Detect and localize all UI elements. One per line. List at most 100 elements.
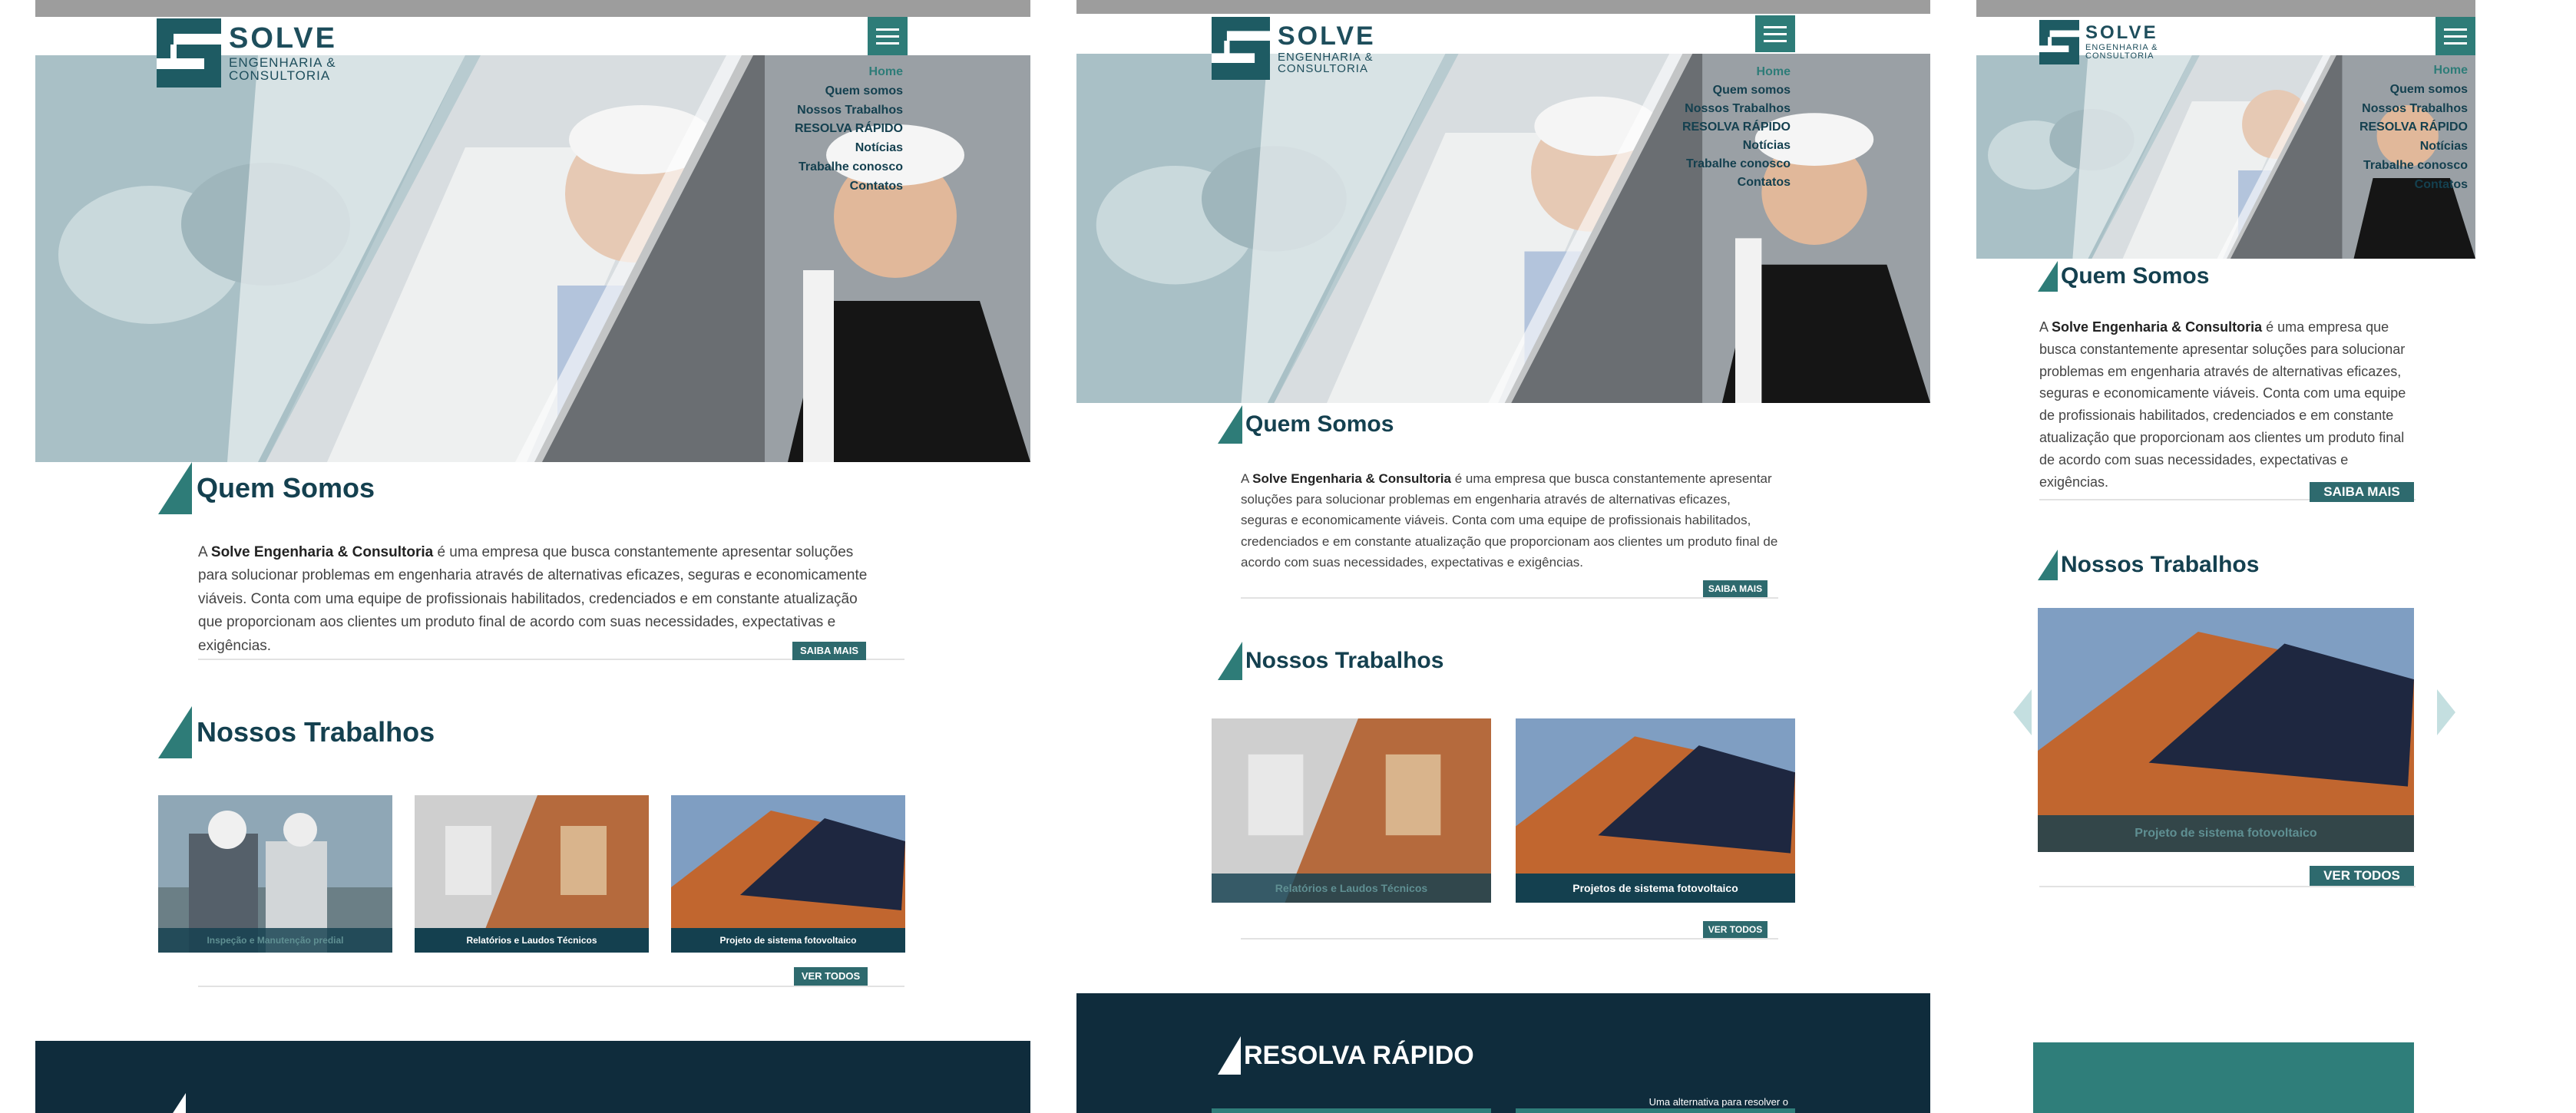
ver-todos-button[interactable]: VER TODOS [2310, 866, 2414, 886]
brand-logo[interactable]: SOLVE ENGENHARIA & CONSULTORIA [157, 18, 337, 88]
about-text: A Solve Engenharia & Consultoria é uma e… [2039, 316, 2412, 493]
brand-name: SOLVE [1278, 21, 1376, 51]
main-nav: Home Quem somos Nossos Trabalhos RESOLVA… [749, 63, 903, 197]
quick-title-text: RESOLVA RÁPIDO [1244, 1040, 1474, 1070]
works-title-text: Nossos Trabalhos [197, 716, 435, 748]
brand-subtitle-1: ENGENHARIA & [1278, 50, 1374, 64]
about-body: é uma empresa que busca constantemente a… [198, 544, 868, 654]
about-company: Solve Engenharia & Consultoria [1252, 471, 1451, 486]
section-triangle-icon [158, 462, 192, 514]
hamburger-menu-button[interactable] [1755, 15, 1795, 52]
work-card-fotovoltaico[interactable]: Projeto de sistema fotovoltaico [2038, 608, 2414, 852]
section-triangle-icon [1218, 405, 1242, 444]
nav-resolva-rapido[interactable]: RESOLVA RÁPIDO [2299, 118, 2468, 137]
work-caption: Relatórios e Laudos Técnicos [415, 928, 649, 953]
brand-name: SOLVE [229, 22, 337, 54]
nav-resolva-rapido[interactable]: RESOLVA RÁPIDO [1629, 118, 1791, 137]
main-nav: Home Quem somos Nossos Trabalhos RESOLVA… [1629, 63, 1791, 192]
about-company: Solve Engenharia & Consultoria [210, 544, 434, 560]
section-triangle-icon [158, 706, 192, 758]
about-title-text: Quem Somos [197, 472, 375, 504]
logo-mark-icon [157, 18, 221, 88]
nav-noticias[interactable]: Notícias [1629, 137, 1791, 155]
about-text: A Solve Engenharia & Consultoria é uma e… [1241, 468, 1778, 573]
about-article: A [2039, 319, 2049, 335]
nav-nossos-trabalhos[interactable]: Nossos Trabalhos [2299, 100, 2468, 119]
ver-todos-button[interactable]: VER TODOS [1703, 921, 1767, 938]
saiba-mais-button[interactable]: SAIBA MAIS [792, 642, 866, 660]
about-divider [1241, 597, 1778, 599]
about-title-text: Quem Somos [2061, 263, 2210, 289]
about-company: Solve Engenharia & Consultoria [2052, 319, 2263, 335]
saiba-mais-button[interactable]: SAIBA MAIS [1703, 580, 1767, 597]
ver-todos-button[interactable]: VER TODOS [794, 967, 868, 986]
quick-title: RESOLVA RÁPIDO [1218, 1036, 1474, 1075]
top-bar [1076, 0, 1930, 14]
work-card-inspecao[interactable]: Inspeção e Manutenção predial [158, 795, 392, 953]
nav-home[interactable]: Home [1629, 63, 1791, 81]
about-body: é uma empresa que busca constantemente a… [2039, 319, 2406, 490]
about-title: Quem Somos [2038, 261, 2209, 292]
nav-nossos-trabalhos[interactable]: Nossos Trabalhos [749, 101, 903, 121]
nav-trabalhe-conosco[interactable]: Trabalhe conosco [2299, 157, 2468, 176]
quick-card-right[interactable] [1516, 1108, 1795, 1113]
tablet-layout-frame: SOLVE ENGENHARIA & CONSULTORIA Home Quem… [1076, 0, 1930, 1113]
nav-quem-somos[interactable]: Quem somos [2299, 81, 2468, 100]
mobile-layout-frame: SOLVE ENGENHARIA & CONSULTORIA Home Quem… [1976, 0, 2475, 1113]
about-text: A Solve Engenharia & Consultoria é uma e… [198, 541, 874, 658]
works-title-text: Nossos Trabalhos [2061, 552, 2260, 577]
work-card-fotovoltaico[interactable]: Projeto de sistema fotovoltaico [671, 795, 905, 953]
works-divider [198, 986, 904, 987]
section-triangle-icon [1218, 1036, 1241, 1075]
logo-mark-icon [2039, 20, 2079, 64]
resolva-rapido-section: RESOLVA RÁPIDO Uma alternativa para reso… [1076, 993, 1930, 1113]
nav-contatos[interactable]: Contatos [2299, 176, 2468, 195]
section-triangle-icon [1218, 642, 1242, 680]
carousel-prev-icon[interactable] [2013, 689, 2032, 735]
saiba-mais-button[interactable]: SAIBA MAIS [2310, 482, 2414, 502]
section-triangle-icon [2038, 261, 2058, 292]
works-title: Nossos Trabalhos [1218, 642, 1443, 680]
section-triangle-icon [2038, 550, 2058, 580]
brand-subtitle-2: CONSULTORIA [2085, 51, 2154, 61]
brand-subtitle-2: CONSULTORIA [1278, 61, 1368, 75]
brand-subtitle-1: ENGENHARIA & [229, 55, 336, 70]
hamburger-menu-button[interactable] [2435, 17, 2475, 55]
work-caption: Inspeção e Manutenção predial [158, 928, 392, 953]
desktop-layout-frame: SOLVE ENGENHARIA & CONSULTORIA Home Quem… [35, 0, 1030, 1113]
about-article: A [198, 544, 207, 560]
nav-trabalhe-conosco[interactable]: Trabalhe conosco [749, 158, 903, 177]
work-card-relatorios[interactable]: Relatórios e Laudos Técnicos [415, 795, 649, 953]
carousel-next-icon[interactable] [2437, 689, 2455, 735]
about-title: Quem Somos [1218, 405, 1394, 444]
work-card-relatorios[interactable]: Relatórios e Laudos Técnicos [1212, 718, 1491, 903]
hamburger-menu-button[interactable] [868, 17, 908, 55]
brand-subtitle-2: CONSULTORIA [229, 68, 331, 83]
works-title: Nossos Trabalhos [158, 706, 435, 758]
nav-trabalhe-conosco[interactable]: Trabalhe conosco [1629, 155, 1791, 173]
nav-nossos-trabalhos[interactable]: Nossos Trabalhos [1629, 100, 1791, 118]
nav-quem-somos[interactable]: Quem somos [1629, 81, 1791, 100]
works-title: Nossos Trabalhos [2038, 550, 2259, 580]
nav-quem-somos[interactable]: Quem somos [749, 82, 903, 101]
work-caption: Projetos de sistema fotovoltaico [1516, 874, 1795, 903]
nav-contatos[interactable]: Contatos [749, 177, 903, 197]
nav-home[interactable]: Home [2299, 61, 2468, 81]
quick-card-left[interactable] [1212, 1108, 1491, 1113]
brand-logo[interactable]: SOLVE ENGENHARIA & CONSULTORIA [2039, 20, 2158, 64]
nav-noticias[interactable]: Notícias [749, 139, 903, 158]
about-article: A [1241, 471, 1249, 486]
about-title-text: Quem Somos [1245, 411, 1394, 437]
work-card-fotovoltaico[interactable]: Projetos de sistema fotovoltaico [1516, 718, 1795, 903]
hero-banner [1076, 54, 1930, 403]
nav-noticias[interactable]: Notícias [2299, 137, 2468, 157]
brand-logo[interactable]: SOLVE ENGENHARIA & CONSULTORIA [1212, 17, 1376, 80]
nav-contatos[interactable]: Contatos [1629, 173, 1791, 192]
work-caption: Projeto de sistema fotovoltaico [2038, 815, 2414, 852]
quick-teaser: Uma alternativa para resolver o [1648, 1096, 1788, 1108]
nav-home[interactable]: Home [749, 63, 903, 82]
works-divider [1241, 938, 1778, 940]
work-caption: Relatórios e Laudos Técnicos [1212, 874, 1491, 903]
hero-image [1076, 54, 1930, 403]
nav-resolva-rapido[interactable]: RESOLVA RÁPIDO [749, 120, 903, 139]
